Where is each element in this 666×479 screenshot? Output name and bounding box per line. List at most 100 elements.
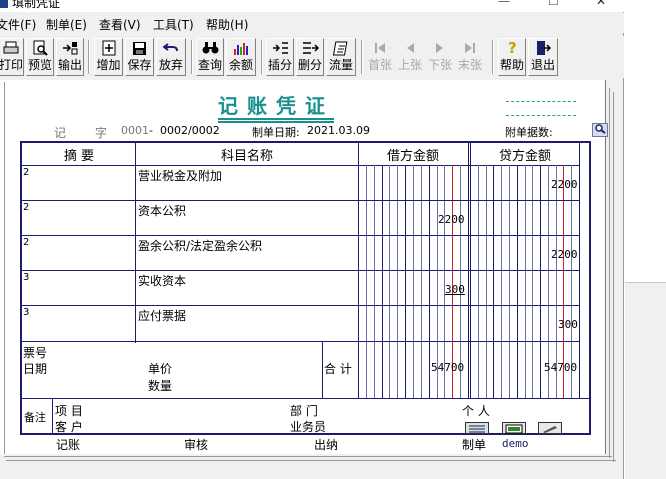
maker-label: 制单: [462, 438, 487, 452]
exit-icon: [534, 40, 552, 56]
insert-row-icon: [271, 40, 289, 56]
toolbar-separator: [492, 40, 494, 74]
entry-account[interactable]: 盈余公积/法定盈余公积: [138, 237, 262, 254]
preview-icon: [31, 40, 49, 56]
help-button[interactable]: ? 帮助: [498, 38, 526, 76]
quantity-label: 数量: [148, 379, 173, 393]
detail-edit-button[interactable]: [538, 422, 562, 434]
unit-price-label: 单价: [148, 362, 173, 376]
discard-button[interactable]: 放弃: [156, 38, 186, 76]
menu-help[interactable]: 帮助(H): [206, 16, 248, 33]
row-divider: [22, 398, 591, 399]
credit-column-header: 贷方金额: [498, 149, 551, 164]
toolbar: 打印 预览 输出 增加 保存 放弃 查询 余额 插分 删分 流量 首张 上张 下…: [0, 36, 624, 78]
toolbar-separator: [88, 40, 90, 74]
delete-row-icon: [301, 40, 319, 56]
entry-credit-amount[interactable]: 2200: [551, 178, 578, 191]
row-divider: [22, 341, 579, 342]
paper-shadow: [613, 92, 614, 462]
row-divider: [22, 235, 579, 236]
remark-label: 备注: [24, 411, 46, 424]
account-column-header: 科目名称: [220, 149, 273, 164]
department-label: 部 门: [290, 404, 318, 418]
grid-line: [322, 341, 323, 398]
close-button[interactable]: ✕: [596, 0, 606, 8]
help-icon: ?: [503, 40, 521, 56]
prev-voucher-button[interactable]: 上张: [396, 38, 424, 76]
date-label: 制单日期:: [252, 126, 300, 139]
voucher-type[interactable]: 记: [54, 124, 66, 141]
menu-tools[interactable]: 工具(T): [153, 16, 194, 33]
row-divider: [22, 270, 579, 271]
title-dash-line: [506, 101, 576, 102]
entry-summary[interactable]: 3: [23, 307, 29, 318]
add-icon: [100, 40, 118, 56]
entry-account[interactable]: 资本公积: [138, 202, 186, 219]
entry-credit-amount[interactable]: 300: [558, 318, 578, 331]
grid-line: [135, 143, 136, 343]
last-icon: [461, 40, 479, 56]
last-voucher-button[interactable]: 末张: [456, 38, 484, 76]
window-icon: [503, 423, 525, 437]
minimize-button[interactable]: —: [498, 0, 510, 8]
voucher-number-separator: -: [149, 124, 153, 137]
grid-line: [52, 398, 53, 435]
entry-summary[interactable]: 2: [23, 167, 29, 178]
export-icon: [61, 40, 79, 56]
voucher-title: 记账凭证: [218, 94, 334, 118]
first-voucher-button[interactable]: 首张: [366, 38, 394, 76]
export-button[interactable]: 输出: [56, 38, 84, 76]
title-dash-line: [506, 115, 576, 116]
menu-view[interactable]: 查看(V): [99, 16, 141, 33]
background-window: [625, 282, 666, 479]
cashflow-icon: [332, 40, 350, 56]
customer-label: 客 户: [55, 420, 83, 434]
balance-chart-icon: [232, 40, 250, 56]
total-debit-amount: 54700: [431, 361, 465, 374]
svg-text:?: ?: [508, 40, 517, 56]
entry-account[interactable]: 营业税金及附加: [138, 167, 222, 184]
title-bar: 填制凭证 — ☐ ✕: [0, 0, 624, 12]
total-credit-amount: 54700: [544, 361, 578, 374]
delete-entry-button[interactable]: 删分: [296, 38, 324, 76]
detail-view-button[interactable]: [502, 422, 526, 434]
entry-summary[interactable]: 2: [23, 202, 29, 213]
voucher-date[interactable]: 2021.03.09: [307, 124, 370, 137]
app-icon: [0, 0, 8, 8]
card-icon: [466, 423, 488, 437]
prev-icon: [401, 40, 419, 56]
add-button[interactable]: 增加: [94, 38, 123, 76]
preview-button[interactable]: 预览: [26, 38, 54, 76]
entry-debit-amount[interactable]: 300: [445, 283, 465, 296]
entry-summary[interactable]: 2: [23, 237, 29, 248]
print-button[interactable]: 打印: [0, 38, 24, 76]
salesman-label: 业务员: [290, 420, 327, 434]
booking-label: 记账: [56, 438, 81, 452]
entry-debit-amount[interactable]: 2200: [438, 213, 465, 226]
menu-file[interactable]: 文件(F): [0, 16, 36, 33]
cashflow-button[interactable]: 流量: [326, 38, 356, 76]
row-divider: [22, 200, 579, 201]
balance-button[interactable]: 余额: [226, 38, 256, 76]
debit-column-header: 借方金额: [386, 149, 439, 164]
pencil-icon: [539, 423, 561, 437]
insert-entry-button[interactable]: 插分: [266, 38, 294, 76]
entry-account[interactable]: 应付票据: [138, 307, 186, 324]
entry-account[interactable]: 实收资本: [138, 272, 186, 289]
exit-button[interactable]: 退出: [528, 38, 558, 76]
voucher-page: 0002/0002: [160, 124, 220, 137]
maker-name: demo: [502, 437, 529, 450]
voucher-zi-label: 字: [95, 126, 108, 140]
maximize-button[interactable]: ☐: [548, 0, 559, 8]
entry-credit-amount[interactable]: 2200: [551, 248, 578, 261]
summary-column-header: 摘 要: [63, 149, 95, 164]
menu-voucher[interactable]: 制单(E): [46, 16, 87, 33]
grid-line: [579, 143, 580, 398]
save-button[interactable]: 保存: [125, 38, 154, 76]
detail-card-button[interactable]: [465, 422, 489, 434]
query-button[interactable]: 查询: [196, 38, 224, 76]
entry-summary[interactable]: 3: [23, 272, 29, 283]
next-voucher-button[interactable]: 下张: [426, 38, 454, 76]
attachment-search-button[interactable]: [592, 123, 608, 137]
paper-shadow: [609, 88, 610, 458]
